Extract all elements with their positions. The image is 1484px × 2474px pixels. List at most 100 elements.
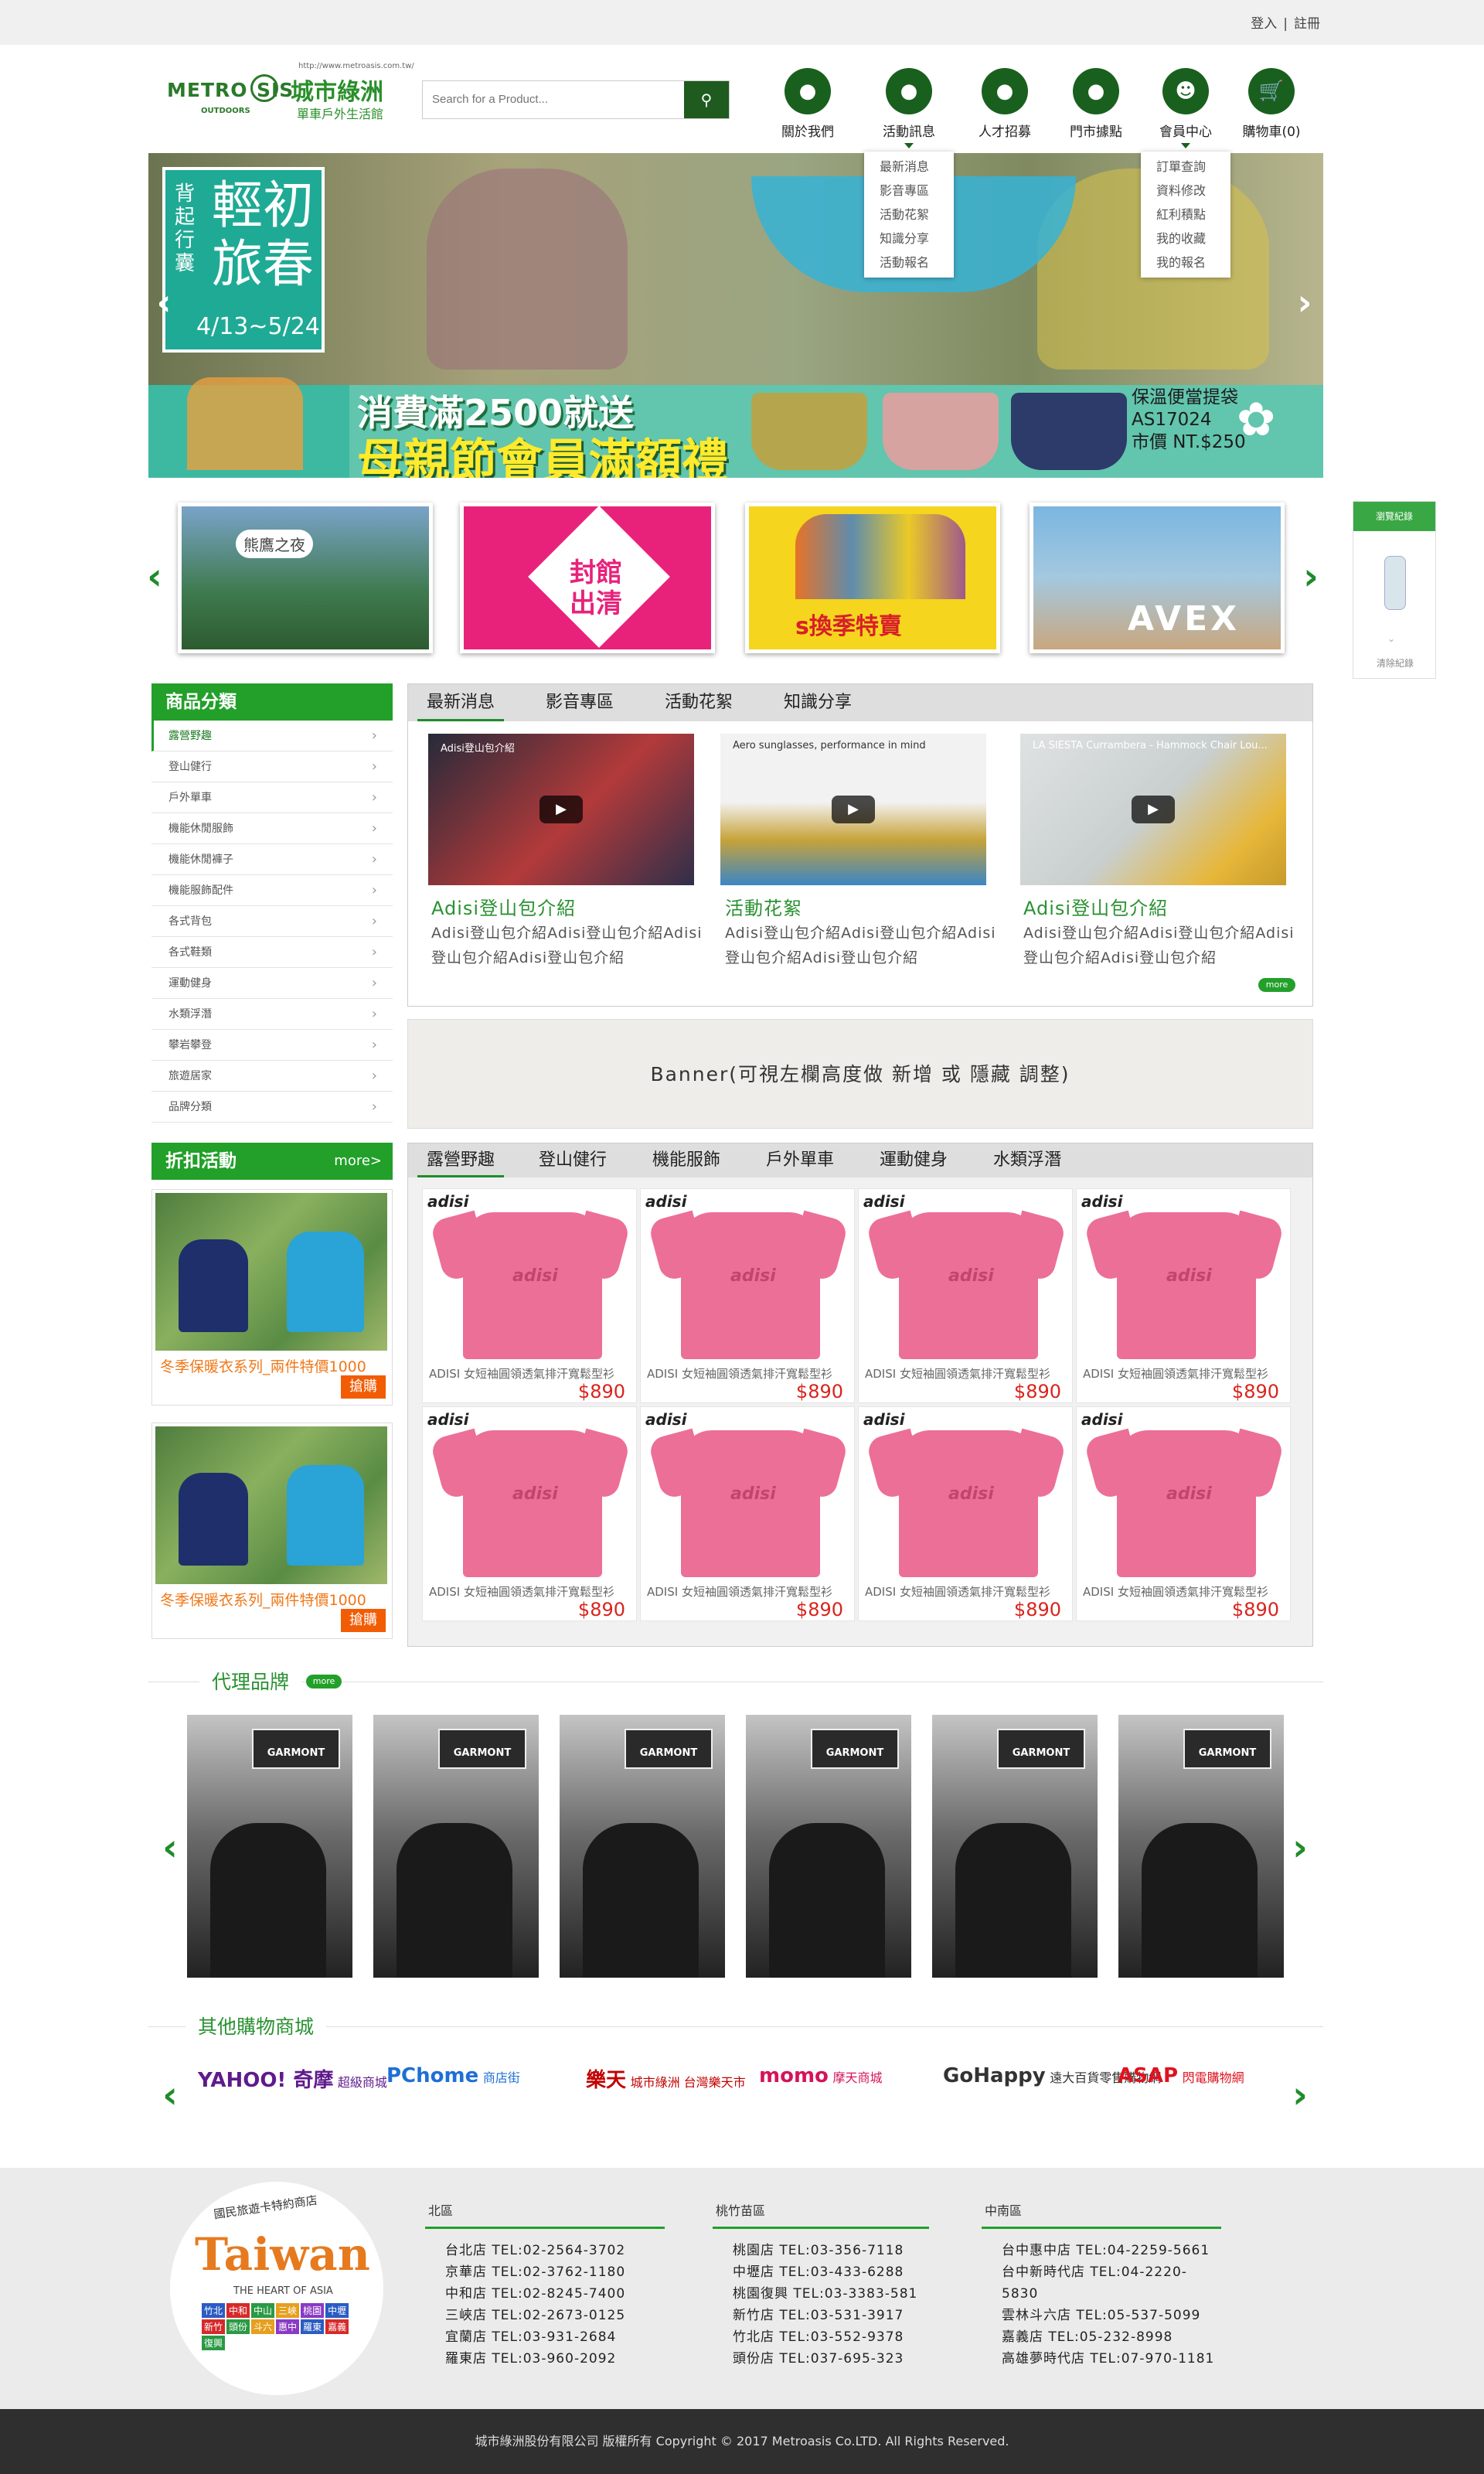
tab-cycling[interactable]: 戶外單車 (757, 1143, 843, 1177)
category-item[interactable]: 露營野趣 › (151, 721, 393, 751)
tab-latest[interactable]: 最新消息 (417, 684, 505, 721)
tab-apparel[interactable]: 機能服飾 (643, 1143, 730, 1177)
tab-water[interactable]: 水類浮潛 (984, 1143, 1070, 1177)
brand-next-icon[interactable]: › (1285, 1825, 1316, 1871)
category-item[interactable]: 攀岩攀登 › (151, 1030, 393, 1061)
promo-thumb[interactable]: s換季特賣 (745, 503, 1000, 653)
dropdown-item[interactable]: 影音專區 (864, 179, 954, 203)
carousel-next-icon[interactable]: › (1295, 554, 1326, 600)
tab-gallery[interactable]: 活動花絮 (655, 684, 742, 721)
dropdown-item[interactable]: 訂單查詢 (1141, 155, 1230, 179)
nav-activity[interactable]: ● 活動訊息 (866, 68, 951, 148)
carousel-prev-icon[interactable]: ‹ (139, 554, 170, 600)
product-card[interactable]: adisi adisi ADISI 女短袖圓領透氣排汗寬鬆型衫 $890 (640, 1188, 855, 1403)
promo-thumb[interactable]: 封館出清 (460, 503, 715, 653)
news-title[interactable]: Adisi登山包介紹 (1023, 893, 1168, 920)
nav-cart[interactable]: 🛒 購物車(0) (1229, 68, 1314, 145)
brand-card[interactable]: GARMONT (373, 1715, 539, 1978)
promo-thumb[interactable]: 熊鷹之夜 (178, 503, 433, 653)
play-icon[interactable]: ▶ (1132, 796, 1175, 823)
category-item[interactable]: 各式背包 › (151, 906, 393, 937)
tab-fitness[interactable]: 運動健身 (870, 1143, 957, 1177)
shops-next-icon[interactable]: › (1285, 2072, 1316, 2118)
category-item[interactable]: 運動健身 › (151, 968, 393, 999)
banner-prev-icon[interactable]: ‹ (148, 283, 179, 322)
dropdown-item[interactable]: 活動報名 (864, 250, 954, 274)
dropdown-item[interactable]: 資料修改 (1141, 179, 1230, 203)
product-name: ADISI 女短袖圓領透氣排汗寬鬆型衫 (647, 1585, 832, 1599)
category-item[interactable]: 機能休閒褲子 › (151, 844, 393, 875)
news-title[interactable]: Adisi登山包介紹 (431, 893, 576, 920)
category-label: 品牌分類 (168, 1101, 212, 1113)
banner-placeholder[interactable]: Banner(可視左欄高度做 新增 或 隱藏 調整) (407, 1019, 1313, 1129)
brand-prev-icon[interactable]: ‹ (155, 1825, 186, 1871)
chevron-down-icon[interactable]: ⌄ (1387, 633, 1395, 644)
brand-card[interactable]: GARMONT (1118, 1715, 1284, 1978)
product-card[interactable]: adisi adisi ADISI 女短袖圓領透氣排汗寬鬆型衫 $890 (858, 1188, 1073, 1403)
category-item[interactable]: 水類浮潛 › (151, 999, 393, 1030)
play-icon[interactable]: ▶ (539, 796, 583, 823)
category-item[interactable]: 旅遊居家 › (151, 1061, 393, 1092)
note-line: AS17024 (1132, 410, 1212, 430)
brand-card[interactable]: GARMONT (746, 1715, 911, 1978)
promo-thumb[interactable]: AVEX (1030, 503, 1285, 653)
product-card[interactable]: adisi adisi ADISI 女短袖圓領透氣排汗寬鬆型衫 $890 (1076, 1406, 1291, 1621)
shop-logo[interactable]: 樂天 城市綠洲 台灣樂天市 (586, 2064, 746, 2093)
brand-card[interactable]: GARMONT (560, 1715, 725, 1978)
buy-button[interactable]: 搶購 (341, 1375, 386, 1399)
category-item[interactable]: 戶外單車 › (151, 782, 393, 813)
product-card[interactable]: adisi adisi ADISI 女短袖圓領透氣排汗寬鬆型衫 $890 (1076, 1188, 1291, 1403)
tab-video[interactable]: 影音專區 (536, 684, 623, 721)
tab-knowledge[interactable]: 知識分享 (774, 684, 861, 721)
discount-card[interactable]: 冬季保暖衣系列_兩件特價1000 搶購 (151, 1189, 393, 1406)
recent-product-thumb[interactable] (1384, 556, 1406, 610)
news-more-button[interactable]: more (1258, 978, 1295, 992)
tab-camping[interactable]: 露營野趣 (417, 1143, 505, 1177)
nav-stores[interactable]: ● 門市據點 (1053, 68, 1139, 145)
product-card[interactable]: adisi adisi ADISI 女短袖圓領透氣排汗寬鬆型衫 $890 (422, 1188, 637, 1403)
shop-logo[interactable]: YAHOO! 奇摩 超級商城 (198, 2064, 387, 2093)
video-thumb[interactable]: LA SIESTA Currambera - Hammock Chair Lou… (1020, 734, 1286, 885)
dropdown-item[interactable]: 活動花絮 (864, 203, 954, 227)
category-item[interactable]: 機能服飾配件 › (151, 875, 393, 906)
agent-more-button[interactable]: more (306, 1675, 342, 1689)
nav-jobs[interactable]: ● 人才招募 (962, 68, 1047, 145)
dropdown-item[interactable]: 紅利積點 (1141, 203, 1230, 227)
tab-hiking[interactable]: 登山健行 (529, 1143, 616, 1177)
video-thumb[interactable]: Adisi登山包介紹 ▶ (428, 734, 694, 885)
shop-logo[interactable]: PChome 商店街 (386, 2064, 520, 2087)
buy-button[interactable]: 搶購 (341, 1609, 386, 1632)
category-item[interactable]: 各式鞋類 › (151, 937, 393, 968)
video-thumb[interactable]: Aero sunglasses, performance in mind ▶ (720, 734, 986, 885)
nav-member[interactable]: ☻ 會員中心 (1143, 68, 1228, 148)
brand-card[interactable]: GARMONT (187, 1715, 352, 1978)
brand-card[interactable]: GARMONT (932, 1715, 1098, 1978)
search-input[interactable] (423, 81, 686, 117)
search-button[interactable]: ⚲ (684, 81, 729, 118)
category-item[interactable]: 品牌分類 › (151, 1092, 393, 1123)
dropdown-item[interactable]: 知識分享 (864, 227, 954, 250)
news-title[interactable]: 活動花絮 (725, 893, 802, 920)
register-link[interactable]: 註冊 (1294, 16, 1320, 32)
category-item[interactable]: 登山健行 › (151, 751, 393, 782)
discount-card[interactable]: 冬季保暖衣系列_兩件特價1000 搶購 (151, 1423, 393, 1639)
map-pin-icon: ● (982, 68, 1028, 114)
shop-logo[interactable]: momo 摩天商城 (759, 2064, 883, 2087)
discount-more-link[interactable]: more> (334, 1143, 382, 1180)
category-item[interactable]: 機能休閒服飾 › (151, 813, 393, 844)
play-icon[interactable]: ▶ (832, 796, 875, 823)
dropdown-item[interactable]: 最新消息 (864, 155, 954, 179)
shops-prev-icon[interactable]: ‹ (155, 2072, 186, 2118)
dropdown-item[interactable]: 我的報名 (1141, 250, 1230, 274)
nav-about[interactable]: ● 關於我們 (765, 68, 850, 145)
banner-next-icon[interactable]: › (1289, 283, 1320, 322)
shop-logo[interactable]: ASAP 閃電購物網 (1118, 2064, 1244, 2087)
member-dropdown: 訂單查詢 資料修改 紅利積點 我的收藏 我的報名 (1141, 152, 1230, 278)
login-link[interactable]: 登入 (1251, 16, 1277, 32)
product-card[interactable]: adisi adisi ADISI 女短袖圓領透氣排汗寬鬆型衫 $890 (640, 1406, 855, 1621)
product-card[interactable]: adisi adisi ADISI 女短袖圓領透氣排汗寬鬆型衫 $890 (422, 1406, 637, 1621)
dropdown-item[interactable]: 我的收藏 (1141, 227, 1230, 250)
clear-history-link[interactable]: 清除紀錄 (1353, 656, 1437, 670)
product-card[interactable]: adisi adisi ADISI 女短袖圓領透氣排汗寬鬆型衫 $890 (858, 1406, 1073, 1621)
site-logo[interactable]: http://www.metroasis.com.tw/ METRO SIS O… (167, 59, 414, 128)
